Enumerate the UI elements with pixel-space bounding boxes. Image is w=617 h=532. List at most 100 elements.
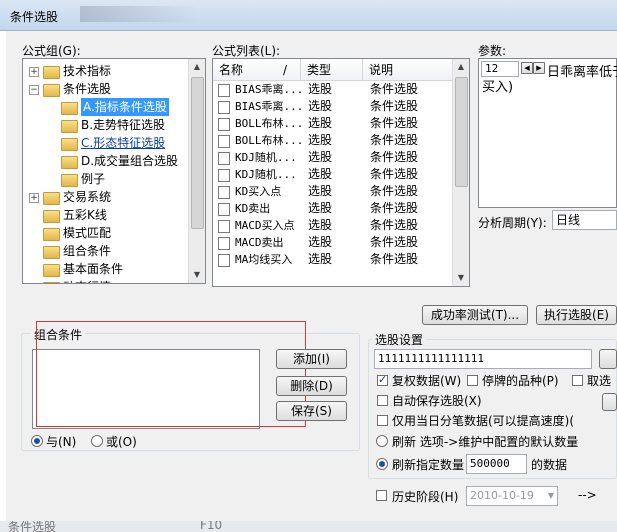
dialog-client: 公式组(G): + 技术指标 − 条件选股 A.指标条件选股 B.走势特征选股 C.形态特征… xyxy=(6,31,617,521)
chevron-down-icon[interactable]: ▼ xyxy=(548,487,554,505)
expand-icon[interactable]: + xyxy=(29,193,39,203)
expand-icon[interactable]: + xyxy=(29,67,39,77)
success-test-button[interactable]: 成功率测试(T)... xyxy=(422,305,528,325)
tree-item[interactable]: − 条件选股 xyxy=(23,80,191,98)
list-item[interactable]: BIAS乖离... 选股 条件选股 xyxy=(213,81,455,98)
tree-item[interactable]: + 交易系统 xyxy=(23,188,191,206)
suspended-label: 停牌的品种(P) xyxy=(482,374,559,388)
tree-item[interactable]: A.指标条件选股 xyxy=(23,98,191,116)
tree-item[interactable]: C.形态特征选股 xyxy=(23,134,191,152)
param-decrease-icon[interactable]: ◀ xyxy=(521,62,533,74)
refresh-count-radio[interactable] xyxy=(376,458,388,470)
folder-icon xyxy=(61,120,78,133)
history-label: 历史阶段(H) xyxy=(392,490,459,504)
tree-item[interactable]: 基本面条件 xyxy=(23,260,191,278)
and-radio[interactable] xyxy=(31,435,43,447)
background-strip: 条件选股 F10 xyxy=(0,521,617,532)
settings-code-button[interactable] xyxy=(599,349,617,369)
list-item[interactable]: MACD买入点 选股 条件选股 xyxy=(213,217,455,234)
formula-list[interactable]: 名称 / 类型 说明 BIAS乖离... 选股 条件选股 BIAS乖离... 选股 条件选… xyxy=(212,58,470,287)
folder-icon xyxy=(43,84,60,97)
refresh-default-radio[interactable] xyxy=(376,435,388,447)
intraday-checkbox[interactable] xyxy=(377,415,388,426)
scroll-down-icon[interactable]: ▼ xyxy=(453,270,469,286)
title-bar[interactable]: 条件选股 xyxy=(0,0,617,31)
formula-icon xyxy=(218,169,230,182)
tree-item-label: A.指标条件选股 xyxy=(81,98,169,116)
list-item[interactable]: KD买入点 选股 条件选股 xyxy=(213,183,455,200)
delete-button[interactable]: 删除(D) xyxy=(276,376,347,396)
tree-item[interactable]: + 技术指标 xyxy=(23,62,191,80)
formula-desc: 条件选股 xyxy=(370,184,419,198)
scroll-thumb[interactable] xyxy=(455,77,468,187)
formula-type: 选股 xyxy=(308,167,333,181)
param-input[interactable]: 12 xyxy=(481,61,519,77)
exclude-checkbox[interactable] xyxy=(572,375,583,386)
collapse-icon[interactable]: − xyxy=(29,85,39,95)
formula-name: MA均线买入 xyxy=(235,253,293,266)
formula-name: BIAS乖离... xyxy=(235,100,304,113)
intraday-label: 仅用当日分笔数据(可以提高速度)( xyxy=(392,414,575,428)
add-button[interactable]: 添加(I) xyxy=(276,349,347,369)
formula-type: 选股 xyxy=(308,133,333,147)
formula-icon xyxy=(218,84,230,97)
adjusted-checkbox[interactable] xyxy=(377,373,388,386)
list-item[interactable]: KDJ随机... 选股 条件选股 xyxy=(213,149,455,166)
background-cut-text-2: F10 xyxy=(200,521,223,532)
history-checkbox[interactable] xyxy=(376,490,387,501)
scroll-up-icon[interactable]: ▲ xyxy=(453,59,469,75)
col-type[interactable]: 类型 xyxy=(301,59,363,81)
tree-item-label: 技术指标 xyxy=(63,64,112,78)
tree-item[interactable]: 动态行情 xyxy=(23,278,191,283)
period-select[interactable]: 日线 xyxy=(552,210,617,230)
autosave-checkbox[interactable] xyxy=(377,395,388,406)
folder-icon xyxy=(43,246,60,259)
refresh-count-input[interactable]: 500000 xyxy=(466,454,527,474)
list-item[interactable]: BOLL布林... 选股 条件选股 xyxy=(213,132,455,149)
formula-name: KDJ随机... xyxy=(235,151,297,164)
list-item[interactable]: KDJ随机... 选股 条件选股 xyxy=(213,166,455,183)
formula-type: 选股 xyxy=(308,99,333,113)
formula-type: 选股 xyxy=(308,116,333,130)
tree-item[interactable]: 例子 xyxy=(23,170,191,188)
formula-desc: 条件选股 xyxy=(370,150,419,164)
formula-group-tree[interactable]: + 技术指标 − 条件选股 A.指标条件选股 B.走势特征选股 C.形态特征选股 D.成交量组… xyxy=(22,58,206,284)
tree-item[interactable]: 模式匹配 xyxy=(23,224,191,242)
formula-name: BOLL布林... xyxy=(235,117,304,130)
list-item[interactable]: BIAS乖离... 选股 条件选股 xyxy=(213,98,455,115)
tree-item[interactable]: D.成交量组合选股 xyxy=(23,152,191,170)
and-label: 与(N) xyxy=(46,435,77,449)
tree-item[interactable]: 组合条件 xyxy=(23,242,191,260)
list-scrollbar[interactable]: ▲ ▼ xyxy=(452,59,469,286)
side-button[interactable] xyxy=(602,393,617,411)
period-label: 分析周期(Y): xyxy=(478,216,547,230)
formula-group-label: 公式组(G): xyxy=(22,44,81,58)
refresh-count-suffix: 的数据 xyxy=(531,458,568,472)
save-button[interactable]: 保存(S) xyxy=(276,401,347,421)
tree-item[interactable]: 五彩K线 xyxy=(23,206,191,224)
list-item[interactable]: KD卖出 选股 条件选股 xyxy=(213,200,455,217)
col-name[interactable]: 名称 / xyxy=(213,59,301,81)
param-increase-icon[interactable]: ▶ xyxy=(533,62,545,74)
settings-code-field[interactable]: 1111111111111111 xyxy=(374,349,592,369)
adjusted-label: 复权数据(W) xyxy=(392,374,462,388)
history-arrow: --> xyxy=(578,488,597,502)
col-desc[interactable]: 说明 xyxy=(363,59,455,81)
list-item[interactable]: BOLL布林... 选股 条件选股 xyxy=(213,115,455,132)
tree-item[interactable]: B.走势特征选股 xyxy=(23,116,191,134)
tree-scrollbar[interactable]: ▲ ▼ xyxy=(188,59,205,283)
scroll-down-icon[interactable]: ▼ xyxy=(189,267,205,283)
execute-button[interactable]: 执行选股(E) xyxy=(536,305,617,325)
formula-name: KD卖出 xyxy=(235,202,271,215)
or-radio[interactable] xyxy=(91,435,103,447)
formula-icon xyxy=(218,118,230,131)
list-item[interactable]: MA均线买入 选股 条件选股 xyxy=(213,251,455,268)
scroll-thumb[interactable] xyxy=(191,77,204,229)
folder-icon xyxy=(61,156,78,169)
scroll-up-icon[interactable]: ▲ xyxy=(189,59,205,75)
history-date-picker[interactable]: 2010-10-19 ▼ xyxy=(466,486,558,506)
formula-icon xyxy=(218,152,230,165)
list-item[interactable]: MACD卖出 选股 条件选股 xyxy=(213,234,455,251)
suspended-checkbox[interactable] xyxy=(467,375,478,386)
folder-icon xyxy=(61,174,78,187)
